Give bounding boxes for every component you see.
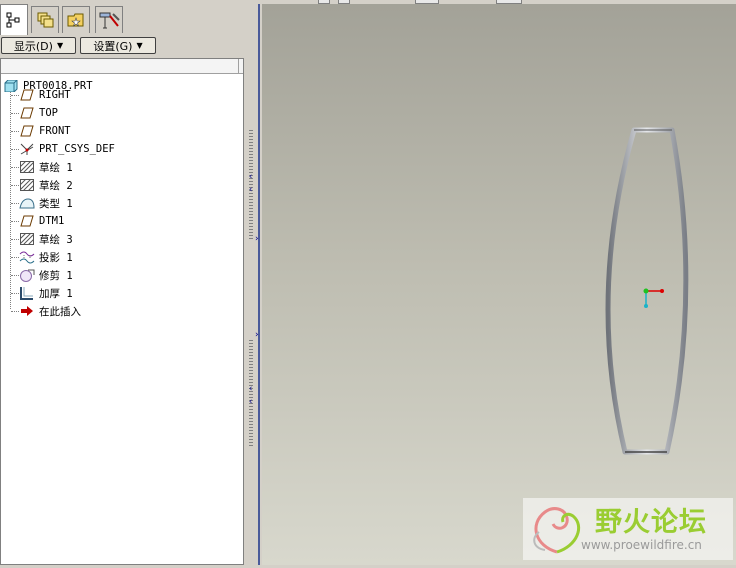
tree-item-thicken-1[interactable]: 加厚 1: [19, 284, 73, 302]
tab-layers[interactable]: [31, 6, 59, 33]
navigator-panel: 显示(D) ▼ 设置(G) ▼ PRT0018.PRT RIGHT TOP FR…: [0, 4, 246, 565]
datum-plane-icon: [19, 88, 35, 102]
collapse-left-icon[interactable]: ‹: [248, 397, 253, 407]
tree-item-label: DTM1: [39, 215, 65, 227]
tree-item-label: PRT_CSYS_DEF: [39, 143, 115, 155]
tree-item-label: RIGHT: [39, 89, 71, 101]
tree-item-label: 草绘 3: [39, 233, 73, 246]
tree-item-insert-here[interactable]: 在此插入: [19, 302, 81, 320]
tree-item-sketch-2[interactable]: 草绘 2: [19, 176, 73, 194]
tree-item-csys[interactable]: PRT_CSYS_DEF: [19, 140, 115, 158]
tab-favorites[interactable]: [95, 6, 123, 33]
datum-plane-icon: [19, 124, 35, 138]
tree-item-label: 草绘 1: [39, 161, 73, 174]
tree-item-label: 在此插入: [39, 305, 81, 318]
tree-item-sketch-3[interactable]: 草绘 3: [19, 230, 73, 248]
settings-menu-label: 设置(G): [93, 39, 133, 53]
tree-item-label: 草绘 2: [39, 179, 73, 192]
sketch-icon: [19, 232, 35, 246]
dropdown-arrow-icon: ▼: [136, 41, 143, 50]
collapse-left-icon[interactable]: ‹: [248, 384, 253, 394]
coordinate-system-icon: [643, 288, 664, 308]
collapse-left-icon[interactable]: ‹: [248, 172, 253, 182]
tab-folder-browser[interactable]: [62, 6, 90, 33]
tree-item-right[interactable]: RIGHT: [19, 86, 71, 104]
forum-logo-icon: [533, 507, 580, 554]
tree-item-label: 加厚 1: [39, 287, 73, 300]
tree-item-trim-1[interactable]: 修剪 1: [19, 266, 73, 284]
projection-icon: [19, 250, 35, 264]
folder-browser-icon: [67, 13, 84, 27]
tree-column-header: [1, 59, 243, 74]
layers-icon: [37, 12, 54, 28]
watermark-name: 野火论坛: [595, 507, 707, 538]
coordinate-system-icon: [19, 142, 35, 156]
display-menu-button[interactable]: 显示(D) ▼: [1, 37, 76, 54]
tree-item-label: TOP: [39, 107, 58, 119]
sketch-icon: [19, 178, 35, 192]
tree-item-sketch-1[interactable]: 草绘 1: [19, 158, 73, 176]
tree-item-projection-1[interactable]: 投影 1: [19, 248, 73, 266]
collapse-left-icon[interactable]: ‹: [248, 185, 253, 195]
part-icon: [3, 79, 19, 93]
favorites-icon: [99, 12, 120, 29]
forum-watermark: 野火论坛 www.proewildfire.cn: [523, 498, 733, 560]
tree-item-label: 修剪 1: [39, 269, 73, 282]
sketch-icon: [19, 160, 35, 174]
navigator-tabs: [0, 4, 246, 35]
display-menu-label: 显示(D): [13, 39, 53, 53]
tab-model-tree[interactable]: [0, 4, 28, 35]
model-view: [605, 127, 689, 455]
panel-splitter[interactable]: ‹ ‹ › › ‹ ‹: [246, 4, 262, 565]
model-tree-icon: [6, 12, 20, 28]
insert-here-arrow-icon: [19, 304, 35, 318]
model-tree: PRT0018.PRT RIGHT TOP FRONT PRT_CSYS_DEF: [0, 58, 244, 565]
navigator-menus: 显示(D) ▼ 设置(G) ▼: [0, 36, 246, 56]
watermark-url: www.proewildfire.cn: [581, 538, 702, 552]
graphics-window[interactable]: [262, 4, 736, 565]
boundary-blend-icon: [19, 196, 35, 210]
dropdown-arrow-icon: ▼: [56, 41, 64, 50]
thicken-icon: [19, 286, 35, 300]
settings-menu-button[interactable]: 设置(G) ▼: [80, 37, 156, 54]
tree-item-label: 类型 1: [39, 197, 73, 210]
trim-icon: [19, 268, 35, 282]
tree-item-dtm1[interactable]: DTM1: [19, 212, 64, 230]
tree-item-front[interactable]: FRONT: [19, 122, 71, 140]
tree-item-label: 投影 1: [39, 251, 73, 264]
datum-plane-icon: [19, 106, 35, 120]
tree-item-top[interactable]: TOP: [19, 104, 58, 122]
tree-item-label: FRONT: [39, 125, 71, 137]
splitter-bar: [258, 4, 260, 565]
datum-plane-icon: [19, 214, 35, 228]
tree-item-boundary-1[interactable]: 类型 1: [19, 194, 73, 212]
